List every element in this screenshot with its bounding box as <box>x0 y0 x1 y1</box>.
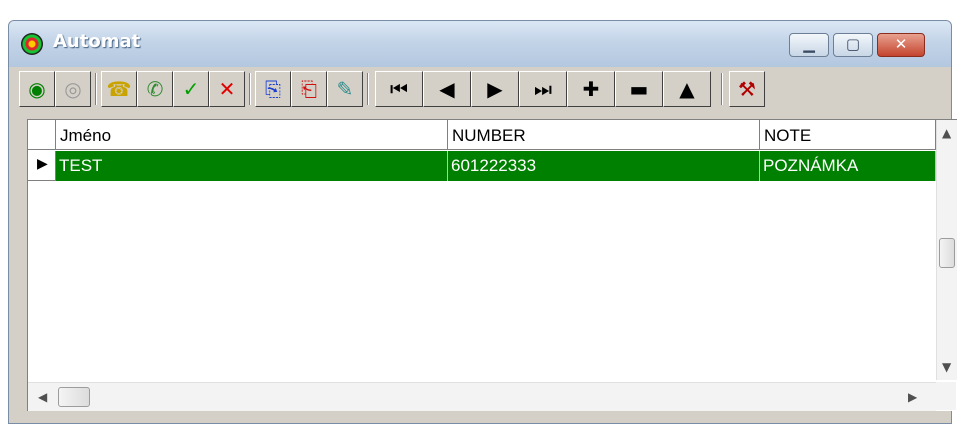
stop-button[interactable]: ◎ <box>55 71 91 107</box>
delete-icon: ✕ <box>218 77 236 101</box>
post-edit-button[interactable]: ▲ <box>663 71 711 107</box>
start-icon: ◉ <box>28 77 46 101</box>
app-icon <box>21 33 43 55</box>
automat-window: Automat ▁ ▢ ✕ ◉ ◎ ☎ ✆ ✓ ✕ ⎘ ⎗ ✎ ⏮ ◀ ▶ ⏭ … <box>8 20 957 424</box>
scroll-left-icon[interactable]: ◀ <box>38 390 47 404</box>
scroll-right-icon[interactable]: ▶ <box>908 390 917 404</box>
next-record-button[interactable]: ▶ <box>471 71 519 107</box>
prior-record-icon: ◀ <box>439 77 455 101</box>
scroll-down-icon[interactable]: ▼ <box>942 360 951 374</box>
vertical-scroll-thumb[interactable] <box>939 238 955 268</box>
confirm-button[interactable]: ✓ <box>173 71 209 107</box>
next-record-icon: ▶ <box>487 77 503 101</box>
toolbar-separator <box>367 73 369 105</box>
export-icon: ⎘ <box>265 77 281 101</box>
size-grip-icon[interactable] <box>936 382 956 410</box>
prior-record-button[interactable]: ◀ <box>423 71 471 107</box>
close-icon: ✕ <box>894 35 908 53</box>
delete-record-icon: ▬ <box>629 77 649 101</box>
window-title: Automat <box>53 31 141 52</box>
cell-note[interactable]: POZNÁMKA <box>760 151 936 181</box>
dial-button[interactable]: ☎ <box>101 71 137 107</box>
row-indicator[interactable]: ▶ <box>28 151 56 181</box>
settings-icon: ⚒ <box>738 77 756 101</box>
stop-icon: ◎ <box>64 77 82 101</box>
column-header-number[interactable]: NUMBER <box>448 120 760 150</box>
indicator-header <box>28 120 56 150</box>
export-button[interactable]: ⎘ <box>255 71 291 107</box>
first-record-icon: ⏮ <box>390 77 408 101</box>
import-button[interactable]: ⎗ <box>291 71 327 107</box>
toolbar-separator <box>95 73 97 105</box>
import-icon: ⎗ <box>301 77 317 101</box>
cancel-button[interactable]: ✕ <box>209 71 245 107</box>
last-record-icon: ⏭ <box>534 77 552 101</box>
phone-icon: ☎ <box>106 77 132 101</box>
maximize-button[interactable]: ▢ <box>833 33 873 57</box>
post-edit-icon: ▲ <box>679 77 695 101</box>
horizontal-scroll-thumb[interactable] <box>58 387 90 407</box>
settings-button[interactable]: ⚒ <box>729 71 765 107</box>
insert-record-icon: ✚ <box>582 77 600 101</box>
minimize-button[interactable]: ▁ <box>789 33 829 57</box>
data-grid[interactable]: Jméno NUMBER NOTE ▶ TEST 601222333 POZNÁ… <box>27 119 957 411</box>
cell-name[interactable]: TEST <box>56 151 448 181</box>
toolbar-separator <box>721 73 723 105</box>
close-button[interactable]: ✕ <box>877 33 925 57</box>
scroll-up-icon[interactable]: ▲ <box>942 126 951 140</box>
column-header-name[interactable]: Jméno <box>56 120 448 150</box>
last-record-button[interactable]: ⏭ <box>519 71 567 107</box>
delete-record-button[interactable]: ▬ <box>615 71 663 107</box>
column-header-note[interactable]: NOTE <box>760 120 936 150</box>
minimize-icon: ▁ <box>803 35 815 53</box>
title-bar[interactable]: Automat ▁ ▢ ✕ <box>9 21 951 67</box>
first-record-button[interactable]: ⏮ <box>375 71 423 107</box>
toolbar: ◉ ◎ ☎ ✆ ✓ ✕ ⎘ ⎗ ✎ ⏮ ◀ ▶ ⏭ ✚ ▬ ▲ ⚒ <box>15 69 945 109</box>
current-row-icon: ▶ <box>37 156 48 172</box>
maximize-icon: ▢ <box>845 35 861 53</box>
handset-icon: ✆ <box>146 77 164 101</box>
edit-button[interactable]: ✎ <box>327 71 363 107</box>
start-button[interactable]: ◉ <box>19 71 55 107</box>
check-icon: ✓ <box>182 77 200 101</box>
insert-record-button[interactable]: ✚ <box>567 71 615 107</box>
toolbar-separator <box>249 73 251 105</box>
edit-icon: ✎ <box>336 77 354 101</box>
hangup-button[interactable]: ✆ <box>137 71 173 107</box>
horizontal-scrollbar[interactable]: ◀ ▶ <box>28 382 936 411</box>
cell-number[interactable]: 601222333 <box>448 151 760 181</box>
vertical-scrollbar[interactable]: ▲ ▼ <box>936 120 957 380</box>
